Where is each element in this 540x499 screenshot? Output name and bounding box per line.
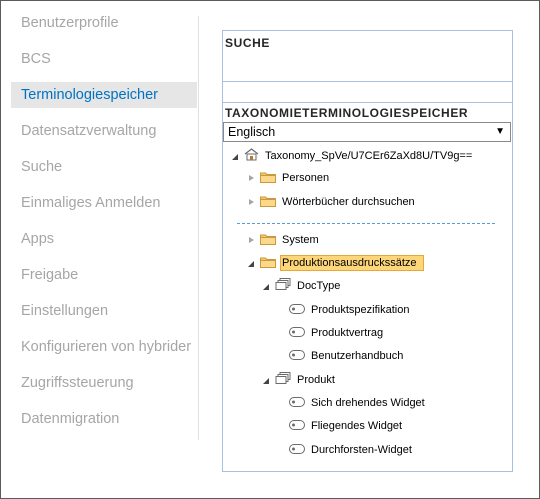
tree-node-term: Sich drehendes Widget [289, 393, 427, 413]
nav-item-datenmigration[interactable]: Datenmigration [11, 406, 197, 432]
dropdown-arrow-icon[interactable]: ▼ [495, 123, 505, 141]
nav-item-apps[interactable]: Apps [11, 226, 197, 252]
term-icon [289, 303, 305, 317]
search-section-title: SUCHE [225, 36, 271, 50]
collapse-arrow-icon[interactable] [246, 258, 256, 268]
nav-item-suche[interactable]: Suche [11, 154, 197, 180]
language-select[interactable]: Englisch ▼ [223, 122, 511, 142]
nav-item-freigabe[interactable]: Freigabe [11, 262, 197, 288]
tree-node-produkt: Produkt [261, 370, 337, 390]
tree-node-doctype: DocType [261, 276, 342, 296]
tree-node-personen: Personen [246, 168, 331, 188]
folder-icon [260, 233, 276, 248]
nav-divider [198, 16, 199, 440]
nav-item-zugriffssteuerung[interactable]: Zugriffssteuerung [11, 370, 197, 396]
nav-item-benutzerprofile[interactable]: Benutzerprofile [11, 10, 197, 36]
tree-node-term: Produktspezifikation [289, 300, 411, 320]
tree-node-woerterbuecher: Wörterbücher durchsuchen [246, 192, 417, 212]
folder-icon [260, 171, 276, 186]
term-icon [289, 443, 305, 457]
tree-node-term: Durchforsten-Widget [289, 440, 414, 460]
term-icon [289, 349, 305, 363]
tree-label-sich-drehendes[interactable]: Sich drehendes Widget [309, 396, 427, 410]
nav-item-bcs[interactable]: BCS [11, 46, 197, 72]
expand-arrow-icon[interactable] [246, 235, 256, 245]
term-icon [289, 326, 305, 340]
termset-icon [275, 372, 291, 388]
collapse-arrow-icon[interactable] [261, 375, 271, 385]
language-select-value: Englisch [228, 125, 276, 139]
tree-node-system: System [246, 230, 321, 250]
taxonomy-panel: SUCHE TAXONOMIETERMINOLOGIESPEICHER Engl… [222, 30, 513, 472]
tree-label-doctype[interactable]: DocType [295, 279, 342, 293]
tree-label-produktion[interactable]: Produktionsausdruckssätze [280, 255, 424, 271]
tree-label-durchforsten[interactable]: Durchforsten-Widget [309, 443, 414, 457]
tree-node-term: Fliegendes Widget [289, 416, 404, 436]
expand-arrow-icon[interactable] [246, 197, 256, 207]
nav-item-terminologiespeicher[interactable]: Terminologiespeicher [11, 82, 197, 108]
building-icon [244, 148, 259, 164]
tree-label-system[interactable]: System [280, 233, 321, 247]
term-icon [289, 396, 305, 410]
tree-node-term: Produktvertrag [289, 323, 385, 343]
tree-node-root: Taxonomy_SpVe/U7CEr6ZaXd8U/TV9g== [230, 146, 474, 166]
folder-icon [260, 256, 276, 271]
term-icon [289, 419, 305, 433]
tree-node-produktion: Produktionsausdruckssätze [246, 253, 424, 273]
termset-icon [275, 278, 291, 294]
tree-label-benutzerhandbuch[interactable]: Benutzerhandbuch [309, 349, 405, 363]
left-navigation: Benutzerprofile BCS Terminologiespeicher… [11, 10, 197, 442]
divider [223, 81, 512, 82]
collapse-arrow-icon[interactable] [230, 151, 240, 161]
tree-label-produktspezifikation[interactable]: Produktspezifikation [309, 303, 411, 317]
collapse-arrow-icon[interactable] [261, 281, 271, 291]
nav-item-datensatzverwaltung[interactable]: Datensatzverwaltung [11, 118, 197, 144]
tree-label-woerterbuecher[interactable]: Wörterbücher durchsuchen [280, 195, 417, 209]
expand-arrow-icon[interactable] [246, 173, 256, 183]
folder-icon [260, 195, 276, 210]
tree-label-root[interactable]: Taxonomy_SpVe/U7CEr6ZaXd8U/TV9g== [263, 149, 474, 163]
tree-label-produktvertrag[interactable]: Produktvertrag [309, 326, 385, 340]
nav-item-einmaliges-anmelden[interactable]: Einmaliges Anmelden [11, 190, 197, 216]
tree-label-fliegendes[interactable]: Fliegendes Widget [309, 419, 404, 433]
nav-item-hybrid[interactable]: Konfigurieren von hybrider [11, 334, 197, 360]
nav-item-einstellungen[interactable]: Einstellungen [11, 298, 197, 324]
tree-label-produkt[interactable]: Produkt [295, 373, 337, 387]
taxonomy-section-title: TAXONOMIETERMINOLOGIESPEICHER [225, 106, 469, 120]
tree-separator [237, 223, 495, 224]
tree-label-personen[interactable]: Personen [280, 171, 331, 185]
divider [223, 102, 512, 103]
tree-node-term: Benutzerhandbuch [289, 346, 405, 366]
